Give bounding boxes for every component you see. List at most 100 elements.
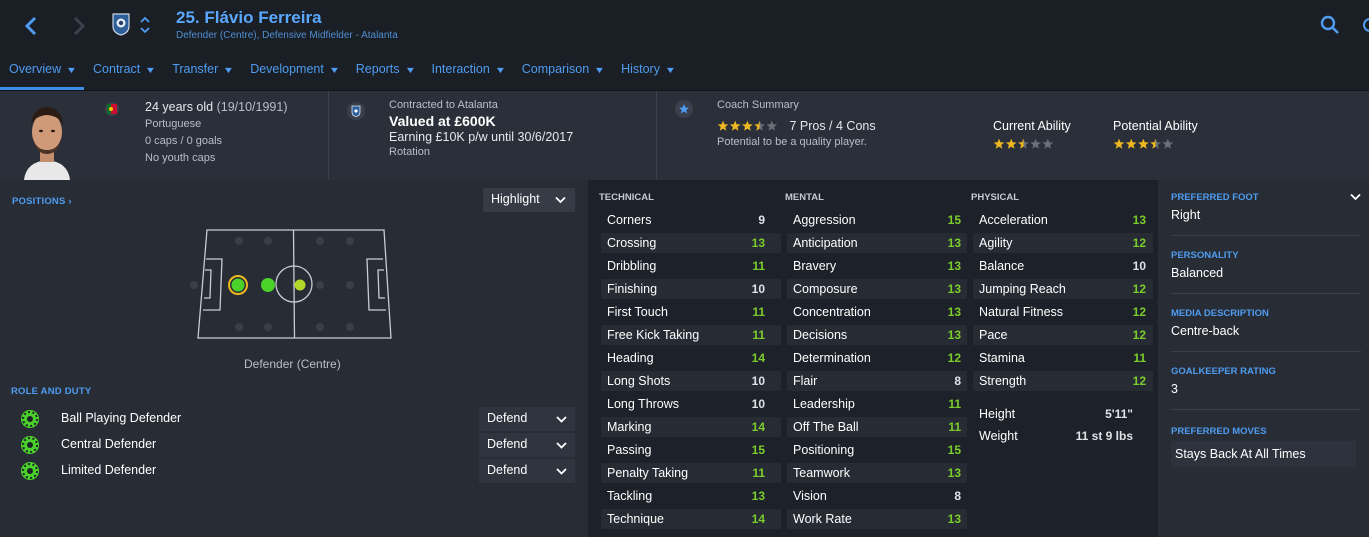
attribute-value: 12 [1132,305,1146,319]
club-switch-icon[interactable] [138,13,152,37]
attribute-name: Aggression [793,213,856,227]
attribute-row[interactable]: Leadership 11 [787,394,967,414]
attribute-name: Teamwork [793,466,850,480]
attribute-row[interactable]: Technique 14 [601,509,781,529]
role-name: Central Defender [61,437,157,451]
role-row[interactable]: Limited Defender Defend [20,459,580,483]
attribute-row[interactable]: Vision 8 [787,486,967,506]
attribute-row[interactable]: Agility 12 [973,233,1153,253]
attribute-row[interactable]: Finishing 10 [601,279,781,299]
attribute-name: Long Shots [607,374,671,388]
role-suitability-icon [21,410,39,428]
preferred-move-item[interactable]: Stays Back At All Times [1171,441,1356,467]
weight-label: Weight [979,429,1018,443]
attribute-name: Bravery [793,259,837,273]
search-icon[interactable] [1320,15,1340,35]
attribute-row[interactable]: Determination 12 [787,348,967,368]
attribute-name: Concentration [793,305,871,319]
star-icon [1030,138,1041,149]
duty-select[interactable]: Defend [479,433,575,457]
positions-heading[interactable]: POSITIONS › [12,196,72,207]
attribute-row[interactable]: Long Throws 10 [601,394,781,414]
chevron-down-icon[interactable] [1350,193,1361,201]
attribute-row[interactable]: Concentration 13 [787,302,967,322]
attribute-row[interactable]: Anticipation 13 [787,233,967,253]
player-age-line: 24 years old (19/10/1991) [145,99,287,116]
attribute-value: 12 [947,351,961,365]
role-row[interactable]: Ball Playing Defender Defend [20,407,580,431]
attribute-row[interactable]: Passing 15 [601,440,781,460]
attribute-row[interactable]: Acceleration 13 [973,210,1153,230]
attribute-name: Penalty Taking [607,466,689,480]
position-pitch[interactable] [190,226,400,344]
attribute-value: 11 [752,259,765,273]
divider [1171,235,1361,236]
attribute-row[interactable]: Pace 12 [973,325,1153,345]
coach-rating-stars [717,120,778,131]
back-arrow-icon[interactable] [20,14,44,38]
attribute-value: 11 [948,420,961,434]
media-description-heading: MEDIA DESCRIPTION [1171,308,1269,319]
attribute-value: 11 [752,328,765,342]
attribute-row[interactable]: Corners 9 [601,210,781,230]
tab-interaction[interactable]: Interaction ▼ [422,58,512,90]
tab-reports[interactable]: Reports ▼ [347,58,423,90]
partial-button-icon[interactable] [1361,16,1369,34]
attribute-name: First Touch [607,305,668,319]
role-row[interactable]: Central Defender Defend [20,433,580,457]
attribute-row[interactable]: Bravery 13 [787,256,967,276]
duty-select[interactable]: Defend [479,459,575,483]
contract-wage: Earning £10K p/w until 30/6/2017 [389,130,574,144]
tab-contract[interactable]: Contract ▼ [84,58,163,90]
attribute-value: 13 [947,259,961,273]
attribute-row[interactable]: First Touch 11 [601,302,781,322]
pros-cons[interactable]: 7 Pros / 4 Cons [789,119,875,133]
attribute-name: Jumping Reach [979,282,1066,296]
attribute-row[interactable]: Penalty Taking 11 [601,463,781,483]
tab-transfer[interactable]: Transfer ▼ [163,58,241,90]
attribute-name: Leadership [793,397,855,411]
player-name-title: 25. Flávio Ferreira [176,8,322,27]
star-icon [1018,138,1029,149]
attribute-row[interactable]: Flair 8 [787,371,967,391]
chevron-down-icon [556,416,567,423]
attribute-row[interactable]: Teamwork 13 [787,463,967,483]
player-photo[interactable] [16,94,78,180]
tab-development[interactable]: Development ▼ [241,58,347,90]
duty-select[interactable]: Defend [479,407,575,431]
tab-overview[interactable]: Overview ▼ [0,58,85,90]
attribute-name: Corners [607,213,652,227]
attribute-row[interactable]: Free Kick Taking 11 [601,325,781,345]
attribute-row[interactable]: Off The Ball 11 [787,417,967,437]
attribute-row[interactable]: Strength 12 [973,371,1153,391]
attribute-row[interactable]: Work Rate 13 [787,509,967,529]
attribute-value: 12 [1132,282,1146,296]
attribute-row[interactable]: Positioning 15 [787,440,967,460]
tab-comparison[interactable]: Comparison ▼ [513,58,612,90]
attribute-row[interactable]: Aggression 15 [787,210,967,230]
attribute-row[interactable]: Stamina 11 [973,348,1153,368]
star-badge-icon [675,100,693,118]
profile-panel: PREFERRED FOOT Right PERSONALITY Balance… [1158,180,1369,537]
attribute-name: Positioning [793,443,855,457]
highlight-select[interactable]: Highlight [483,188,575,212]
attribute-row[interactable]: Jumping Reach 12 [973,279,1153,299]
goalkeeper-rating-heading: GOALKEEPER RATING [1171,366,1276,377]
attribute-value: 10 [1132,259,1146,273]
attribute-name: Passing [607,443,652,457]
forward-arrow-icon[interactable] [66,14,90,38]
attribute-row[interactable]: Composure 13 [787,279,967,299]
attribute-row[interactable]: Decisions 13 [787,325,967,345]
attribute-row[interactable]: Crossing 13 [601,233,781,253]
attribute-row[interactable]: Heading 14 [601,348,781,368]
attribute-row[interactable]: Long Shots 10 [601,371,781,391]
club-crest-icon[interactable] [112,12,130,36]
attribute-row[interactable]: Marking 14 [601,417,781,437]
attribute-row[interactable]: Dribbling 11 [601,256,781,276]
attribute-row[interactable]: Tackling 13 [601,486,781,506]
attribute-row[interactable]: Balance 10 [973,256,1153,276]
divider [1171,409,1361,410]
attribute-value: 13 [947,236,961,250]
attribute-row[interactable]: Natural Fitness 12 [973,302,1153,322]
tab-history[interactable]: History ▼ [612,58,683,90]
